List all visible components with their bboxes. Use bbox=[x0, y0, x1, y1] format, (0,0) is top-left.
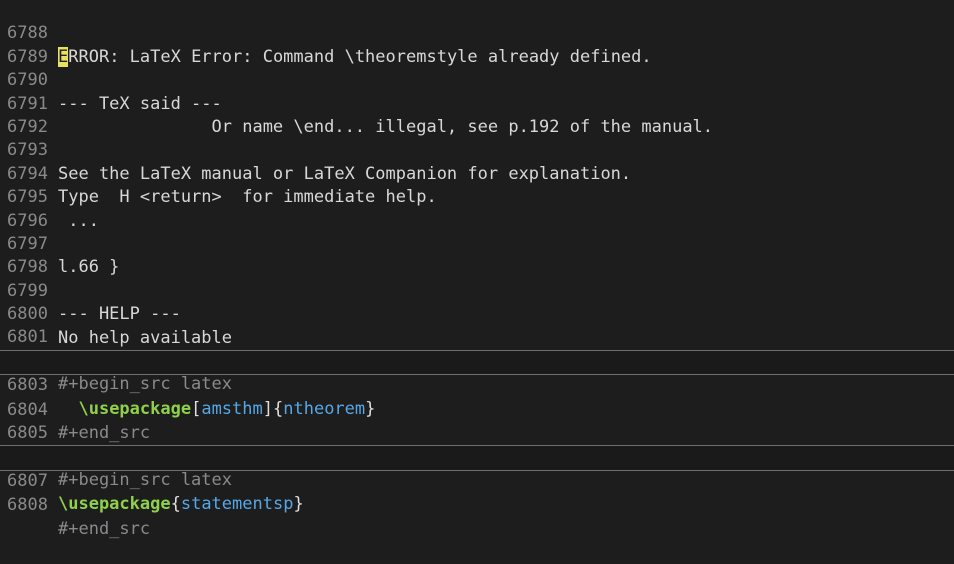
src-block-end: #+end_src bbox=[58, 518, 151, 539]
editor-line[interactable]: 6797 l.66 } bbox=[0, 210, 954, 277]
editor-line[interactable]: 6806 #+begin_src latex bbox=[0, 422, 954, 489]
latex-command: \usepackage bbox=[58, 494, 171, 515]
editor-line[interactable]: 6789 bbox=[0, 22, 954, 67]
editor-line[interactable]: 6788 ERROR: LaTeX Error: Command \theore… bbox=[0, 0, 954, 67]
line-text: \usepackage{statementsp} bbox=[58, 494, 304, 515]
editor-line[interactable]: 6805 bbox=[0, 399, 954, 443]
editor-line[interactable]: 6791 Or name \end... illegal, see p.192 … bbox=[0, 69, 954, 137]
latex-argument: statementsp bbox=[180, 494, 294, 515]
editor-line[interactable]: 6798 bbox=[0, 233, 954, 277]
src-block-line[interactable]: 6807 \usepackage{statementsp} bbox=[0, 445, 954, 514]
editor-line[interactable]: 6794 Type H <return> for immediate help. bbox=[0, 139, 954, 207]
editor-line[interactable]: 6808 #+end_src bbox=[0, 471, 954, 538]
line-number: 6808 bbox=[7, 495, 48, 516]
editor-line[interactable]: 6796 bbox=[0, 186, 954, 231]
editor-line[interactable]: 6799 --- HELP --- bbox=[0, 256, 954, 324]
editor-line[interactable]: 6802 #+begin_src latex bbox=[0, 326, 954, 394]
editor-buffer[interactable]: 6788 ERROR: LaTeX Error: Command \theore… bbox=[0, 0, 954, 539]
editor-line[interactable]: 6801 bbox=[0, 303, 954, 347]
editor-line[interactable]: 6792 bbox=[0, 93, 954, 137]
editor-line[interactable]: 6793 See the LaTeX manual or LaTeX Compa… bbox=[0, 116, 954, 183]
editor-line[interactable]: 6804 #+end_src bbox=[0, 375, 954, 443]
editor-line[interactable]: 6800 No help available bbox=[0, 280, 954, 347]
editor-line[interactable]: 6790 --- TeX said --- bbox=[0, 46, 954, 113]
editor-line[interactable]: 6795 ... bbox=[0, 163, 954, 230]
src-block-line[interactable]: 6803 \usepackage[amsthm]{ntheorem} bbox=[0, 349, 954, 419]
